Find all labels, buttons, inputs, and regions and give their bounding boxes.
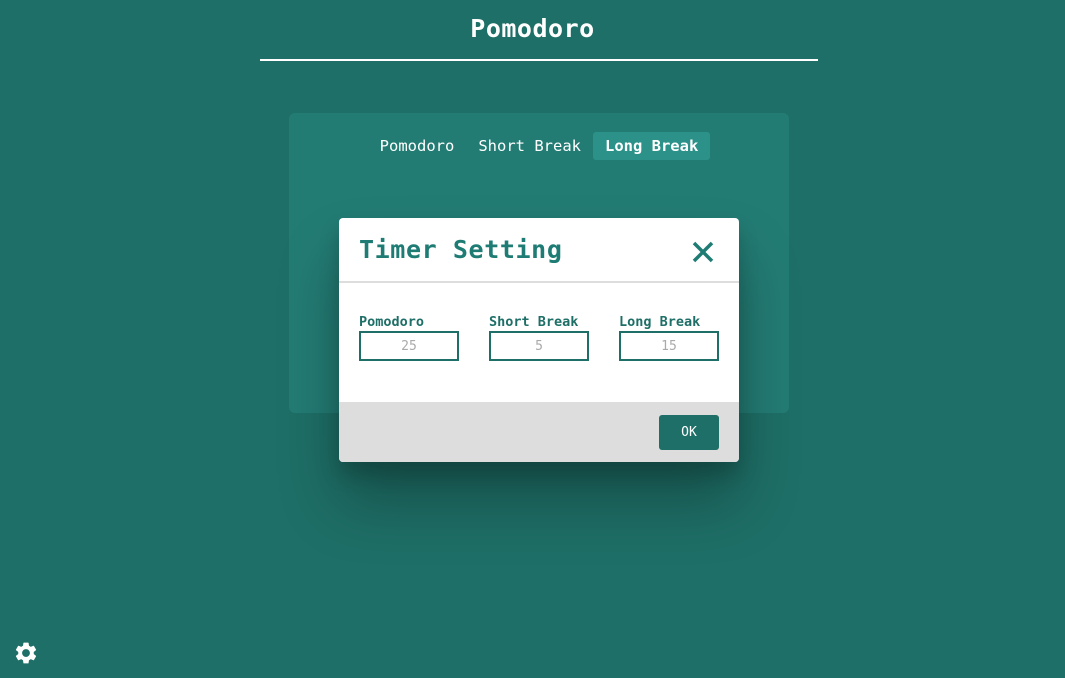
modal-title: Timer Setting xyxy=(359,235,563,264)
mode-tabs: Pomodoro Short Break Long Break xyxy=(289,132,789,160)
tab-long-break[interactable]: Long Break xyxy=(592,132,711,160)
pomodoro-input[interactable] xyxy=(359,331,459,361)
long-break-label: Long Break xyxy=(619,314,701,330)
field-pomodoro: Pomodoro xyxy=(359,314,459,361)
modal-footer: OK xyxy=(339,402,739,462)
app-title: Pomodoro xyxy=(470,14,595,43)
tab-pomodoro[interactable]: Pomodoro xyxy=(368,132,467,160)
field-long-break: Long Break xyxy=(619,314,719,361)
ok-button[interactable]: OK xyxy=(659,415,719,450)
short-break-input[interactable] xyxy=(489,331,589,361)
short-break-label: Short Break xyxy=(489,314,579,330)
modal-header: Timer Setting xyxy=(339,218,739,283)
long-break-input[interactable] xyxy=(619,331,719,361)
pomodoro-label: Pomodoro xyxy=(359,314,425,330)
title-divider xyxy=(260,59,818,61)
tab-short-break[interactable]: Short Break xyxy=(466,132,593,160)
close-icon[interactable] xyxy=(689,238,717,266)
gear-icon[interactable] xyxy=(13,640,39,666)
timer-setting-modal: Timer Setting Pomodoro Short Break Long … xyxy=(339,218,739,462)
timer-fields: Pomodoro Short Break Long Break xyxy=(359,314,719,361)
field-short-break: Short Break xyxy=(489,314,589,361)
